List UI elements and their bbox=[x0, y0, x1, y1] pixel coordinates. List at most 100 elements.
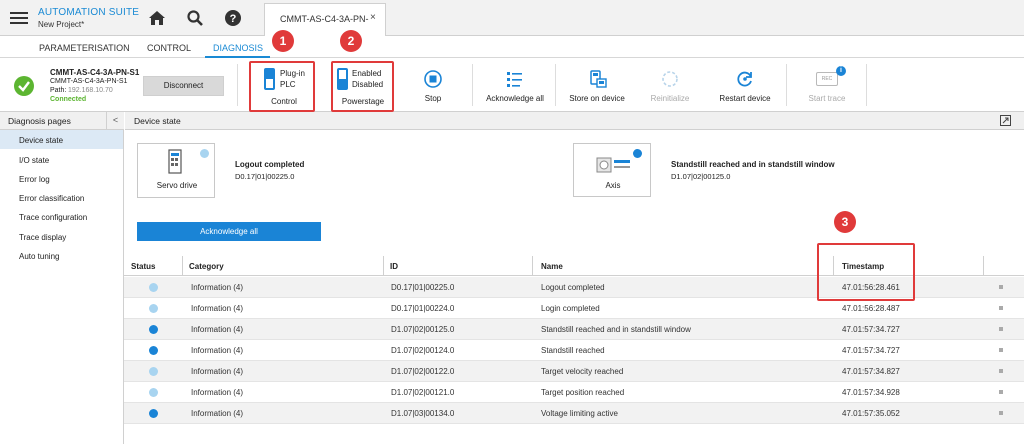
row-details-icon[interactable] bbox=[999, 327, 1003, 331]
sidebar-item-io-state[interactable]: I/O state bbox=[0, 150, 123, 169]
device-subname: CMMT-AS-C4-3A-PN-S1 bbox=[50, 78, 128, 85]
row-details-icon[interactable] bbox=[999, 306, 1003, 310]
control-switch-icon[interactable] bbox=[264, 68, 275, 90]
cell-timestamp: 47.01:57:34.827 bbox=[842, 367, 900, 376]
page-title: Device state bbox=[134, 116, 181, 126]
close-icon[interactable]: × bbox=[370, 12, 376, 23]
row-details-icon[interactable] bbox=[999, 348, 1003, 352]
cell-timestamp: 47.01:57:34.727 bbox=[842, 346, 900, 355]
help-icon[interactable]: ? bbox=[224, 9, 242, 27]
connected-check-icon bbox=[14, 76, 34, 96]
column-divider bbox=[182, 256, 183, 276]
powerstage-option-enabled: Enabled bbox=[352, 69, 382, 78]
acknowledge-all-toolbar-button[interactable]: Acknowledge all bbox=[482, 61, 548, 109]
acknowledge-all-button[interactable]: Acknowledge all bbox=[137, 222, 321, 241]
reinitialize-label: Reinitialize bbox=[650, 94, 690, 103]
cell-id: D0.17|01|00225.0 bbox=[391, 283, 455, 292]
axis-card[interactable]: Axis bbox=[573, 143, 651, 197]
cell-id: D1.07|02|00125.0 bbox=[391, 325, 455, 334]
connection-status: Connected bbox=[50, 96, 87, 103]
column-header-id[interactable]: ID bbox=[390, 262, 398, 271]
callout-badge-3: 3 bbox=[834, 211, 856, 233]
cell-timestamp: 47.01:57:35.052 bbox=[842, 409, 900, 418]
tab-parameterisation[interactable]: PARAMETERISATION bbox=[39, 43, 130, 53]
cell-name: Login completed bbox=[541, 304, 600, 313]
start-trace-label: Start trace bbox=[808, 94, 846, 103]
app-title: AUTOMATION SUITE bbox=[38, 7, 140, 18]
column-divider bbox=[532, 256, 533, 276]
stop-button[interactable]: Stop bbox=[414, 61, 452, 109]
search-icon[interactable] bbox=[186, 9, 204, 27]
cell-timestamp: 47.01:57:34.928 bbox=[842, 388, 900, 397]
cell-timestamp: 47.01:57:34.727 bbox=[842, 325, 900, 334]
cell-name: Standstill reached and in standstill win… bbox=[541, 325, 691, 334]
row-details-icon[interactable] bbox=[999, 369, 1003, 373]
cell-category: Information (4) bbox=[191, 388, 244, 397]
column-header-name[interactable]: Name bbox=[541, 262, 563, 271]
cell-id: D1.07|02|00121.0 bbox=[391, 388, 455, 397]
cell-id: D1.07|03|00134.0 bbox=[391, 409, 455, 418]
powerstage-switch-icon[interactable] bbox=[337, 68, 348, 90]
row-details-icon[interactable] bbox=[999, 285, 1003, 289]
store-device-icon bbox=[590, 70, 607, 88]
servo-drive-card[interactable]: Servo drive bbox=[137, 143, 215, 198]
sidebar-item-error-classification[interactable]: Error classification bbox=[0, 188, 123, 207]
device-path-label: Path: bbox=[50, 87, 67, 94]
powerstage-label: Powerstage bbox=[341, 97, 385, 106]
popout-icon[interactable] bbox=[1000, 115, 1011, 126]
main-header bbox=[125, 112, 1024, 130]
control-option-plc: PLC bbox=[280, 80, 296, 89]
row-details-icon[interactable] bbox=[999, 390, 1003, 394]
cell-name: Target velocity reached bbox=[541, 367, 624, 376]
store-on-device-button[interactable]: Store on device bbox=[564, 61, 630, 109]
axis-label: Axis bbox=[605, 181, 621, 190]
home-icon[interactable] bbox=[148, 9, 166, 27]
sidebar-title: Diagnosis pages bbox=[8, 116, 71, 126]
column-header-category[interactable]: Category bbox=[189, 262, 224, 271]
document-tab-label: CMMT-AS-C4-3A-PN- bbox=[280, 14, 369, 24]
axis-message: Standstill reached and in standstill win… bbox=[671, 160, 835, 169]
axis-message-id: D1.07|02|00125.0 bbox=[671, 172, 731, 181]
start-trace-button[interactable]: REC i Start trace bbox=[800, 61, 854, 109]
toolbar-divider bbox=[555, 64, 556, 106]
servo-drive-label: Servo drive bbox=[156, 181, 198, 190]
stop-icon bbox=[424, 70, 442, 88]
info-icon[interactable]: i bbox=[836, 66, 846, 76]
servo-message-id: D0.17|01|00225.0 bbox=[235, 172, 295, 181]
cell-category: Information (4) bbox=[191, 283, 244, 292]
store-on-device-label: Store on device bbox=[569, 94, 625, 103]
toolbar-divider bbox=[786, 64, 787, 106]
sidebar-item-trace-configuration[interactable]: Trace configuration bbox=[0, 207, 123, 226]
tab-control[interactable]: CONTROL bbox=[147, 43, 191, 53]
collapse-sidebar-icon[interactable]: < bbox=[106, 112, 124, 130]
cell-name: Voltage limiting active bbox=[541, 409, 618, 418]
sidebar-item-device-state[interactable]: Device state bbox=[0, 130, 123, 149]
cell-id: D1.07|02|00124.0 bbox=[391, 346, 455, 355]
status-dot bbox=[149, 409, 158, 418]
axis-icon bbox=[596, 157, 630, 173]
status-dot bbox=[149, 304, 158, 313]
cell-category: Information (4) bbox=[191, 304, 244, 313]
cell-id: D1.07|02|00122.0 bbox=[391, 367, 455, 376]
sidebar-item-trace-display[interactable]: Trace display bbox=[0, 227, 123, 246]
toolbar-divider bbox=[866, 64, 867, 106]
restart-icon bbox=[737, 71, 752, 87]
reinitialize-button[interactable]: Reinitialize bbox=[640, 61, 700, 109]
menu-icon[interactable] bbox=[10, 12, 28, 24]
status-dot bbox=[149, 388, 158, 397]
checklist-icon bbox=[507, 72, 522, 87]
restart-device-button[interactable]: Restart device bbox=[712, 61, 778, 109]
toolbar-divider bbox=[237, 64, 238, 106]
svg-text:?: ? bbox=[230, 13, 237, 25]
reinitialize-icon bbox=[662, 71, 678, 87]
cell-timestamp: 47.01:56:28.487 bbox=[842, 304, 900, 313]
row-details-icon[interactable] bbox=[999, 411, 1003, 415]
disconnect-button[interactable]: Disconnect bbox=[143, 76, 224, 96]
axis-status-dot bbox=[633, 149, 642, 158]
rec-icon: REC bbox=[816, 72, 838, 86]
callout-badge-2: 2 bbox=[340, 30, 362, 52]
tab-diagnosis[interactable]: DIAGNOSIS bbox=[213, 43, 263, 53]
sidebar-item-auto-tuning[interactable]: Auto tuning bbox=[0, 246, 123, 265]
column-header-status[interactable]: Status bbox=[131, 262, 155, 271]
sidebar-item-error-log[interactable]: Error log bbox=[0, 169, 123, 188]
